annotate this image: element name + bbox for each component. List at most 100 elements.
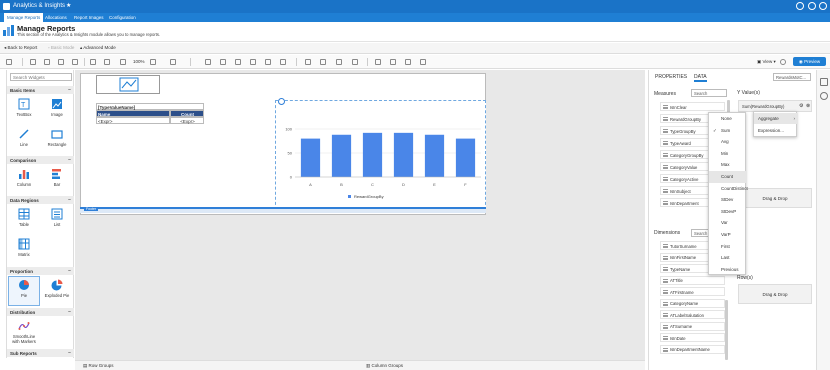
horizontal-spacing-icon[interactable]	[375, 59, 381, 65]
send-back-icon[interactable]	[420, 59, 426, 65]
aggregate-option[interactable]: StDev	[709, 194, 747, 206]
row-groups[interactable]: ▤ Row Groups	[83, 363, 114, 369]
tab-properties[interactable]: PROPERTIES	[655, 74, 687, 80]
grid-icon[interactable]	[170, 59, 176, 65]
paste-icon[interactable]	[58, 59, 64, 65]
widget-matrix[interactable]: Matrix	[9, 236, 39, 264]
same-size-icon[interactable]	[336, 59, 342, 65]
aggregate-option[interactable]: ✓ Sum	[709, 125, 747, 137]
chip-settings-icon[interactable]: ⚙	[799, 103, 803, 109]
aggregate-option[interactable]: Count	[709, 171, 747, 183]
aggregate-option[interactable]: VarP	[709, 229, 747, 241]
aggregate-option[interactable]: Min	[709, 148, 747, 160]
bring-front-icon[interactable]	[405, 59, 411, 65]
widget-search-input[interactable]: Search Widgets	[10, 73, 72, 81]
aggregate-option[interactable]: StDevP	[709, 206, 747, 218]
settings-gear-icon[interactable]	[780, 59, 786, 65]
widget-rectangle[interactable]: Rectangle	[42, 126, 72, 154]
same-height-icon[interactable]	[320, 59, 326, 65]
aggregate-option[interactable]: Avg	[709, 136, 747, 148]
context-menu-item[interactable]: Expression...	[754, 125, 798, 136]
value-chip[interactable]: Sum(RewardGroupBy)	[742, 104, 784, 109]
aggregate-option[interactable]: Previous	[709, 264, 747, 276]
undo-icon[interactable]	[90, 59, 96, 65]
widget-smoothline-markers[interactable]: SmoothLine with Markers	[9, 318, 39, 346]
zoom-level[interactable]: 100%	[133, 59, 145, 64]
category-comparison[interactable]: Comparison −	[7, 156, 74, 164]
widget-line[interactable]: Line	[9, 126, 39, 154]
dataset-dropdown[interactable]: RewardsMotC...	[773, 73, 811, 81]
tab-allocations[interactable]: Allocations	[42, 13, 70, 22]
vertical-spacing-icon[interactable]	[390, 59, 396, 65]
dimension-field[interactable]: ATTitle	[660, 275, 725, 285]
measures-search-input[interactable]: Search	[691, 89, 727, 97]
zoom-out-icon[interactable]	[120, 59, 126, 65]
align-center-icon[interactable]	[220, 59, 226, 65]
widget-image[interactable]: Image	[42, 96, 72, 124]
widget-table[interactable]: Table	[9, 206, 39, 234]
favorite-star-icon[interactable]: ★	[66, 2, 71, 9]
aggregate-option[interactable]: None	[709, 113, 747, 125]
series-drop-zone[interactable]: Drag & Drop	[738, 188, 812, 208]
preview-button[interactable]: ◉ Preview	[793, 57, 826, 66]
tab-data[interactable]: DATA	[694, 74, 707, 82]
align-right-icon[interactable]	[235, 59, 241, 65]
redo-icon[interactable]	[104, 59, 110, 65]
image-placeholder[interactable]	[96, 75, 160, 94]
tab-manage-reports[interactable]: Manage Reports	[4, 13, 44, 22]
help-icon[interactable]	[808, 2, 816, 10]
category-distribution[interactable]: Distribution −	[7, 308, 74, 316]
user-icon[interactable]	[819, 2, 827, 10]
dimension-field[interactable]: CategoryName	[660, 298, 725, 308]
aggregate-option[interactable]: Max	[709, 159, 747, 171]
back-to-report-button[interactable]: ◂ Back to Report	[4, 45, 37, 51]
align-top-icon[interactable]	[250, 59, 256, 65]
new-icon[interactable]	[6, 59, 12, 65]
same-width-icon[interactable]	[305, 59, 311, 65]
align-middle-icon[interactable]	[265, 59, 271, 65]
chip-remove-icon[interactable]: ⊗	[806, 103, 810, 109]
category-proportion[interactable]: Proportion −	[7, 267, 74, 275]
widget-column[interactable]: Column	[9, 166, 39, 194]
table-header-count[interactable]: Count	[170, 110, 204, 117]
align-bottom-icon[interactable]	[280, 59, 286, 65]
basic-mode-button[interactable]: ▫ Basic Mode	[48, 45, 74, 50]
zoom-in-icon[interactable]	[150, 59, 156, 65]
rows-drop-zone[interactable]: Drag & Drop	[738, 284, 812, 304]
aggregate-option[interactable]: CountDistinct	[709, 183, 748, 195]
dimension-field[interactable]: ATSurname	[660, 321, 725, 331]
copy-icon[interactable]	[44, 59, 50, 65]
data-source-icon[interactable]	[820, 92, 828, 100]
widget-exploded-pie[interactable]: Exploded Pie	[42, 277, 72, 305]
table-cell-name[interactable]: <Expr>	[96, 117, 170, 124]
widget-list[interactable]: List	[42, 206, 72, 234]
measure-field[interactable]: IsInClear	[660, 102, 725, 111]
category-data-regions[interactable]: Data Regions −	[7, 196, 74, 204]
tab-configuration[interactable]: Configuration	[106, 13, 139, 22]
aggregate-option[interactable]: Last	[709, 252, 747, 264]
column-chart[interactable]: 0 50 100 A B C D E F RewardGroupBy	[275, 98, 486, 210]
context-menu-item[interactable]: Aggregate ›	[754, 113, 798, 124]
delete-icon[interactable]	[72, 59, 78, 65]
table-title[interactable]: [TypeValueName]	[96, 103, 204, 110]
view-dropdown[interactable]: ▣ View ▾	[757, 59, 776, 65]
advanced-mode-button[interactable]: ▴ Advanced Mode	[80, 45, 116, 51]
widget-bar[interactable]: Bar	[42, 166, 72, 194]
dimension-field[interactable]: IsInDepartmentName	[660, 344, 725, 354]
footer-label[interactable]: Footer	[84, 207, 99, 211]
properties-icon[interactable]	[820, 78, 828, 86]
table-cell-count[interactable]: <Expr>	[170, 117, 204, 124]
center-horizontal-icon[interactable]	[352, 59, 358, 65]
column-groups[interactable]: ▥ Column Groups	[366, 363, 403, 369]
dimension-field[interactable]: ATFirstname	[660, 287, 725, 296]
tab-report-images[interactable]: Report Images	[71, 13, 107, 22]
aggregate-option[interactable]: First	[709, 241, 747, 253]
dimension-field[interactable]: ATLabelSalutation	[660, 310, 725, 319]
category-sub-reports[interactable]: Sub Reports −	[7, 349, 74, 357]
table-header-name[interactable]: Name	[96, 110, 170, 117]
settings-icon[interactable]	[796, 2, 804, 10]
category-basic-items[interactable]: Basic Items −	[7, 86, 74, 94]
dimensions-scrollbar[interactable]	[725, 300, 728, 360]
cut-icon[interactable]	[30, 59, 36, 65]
widget-pie[interactable]: Pie	[8, 276, 40, 306]
